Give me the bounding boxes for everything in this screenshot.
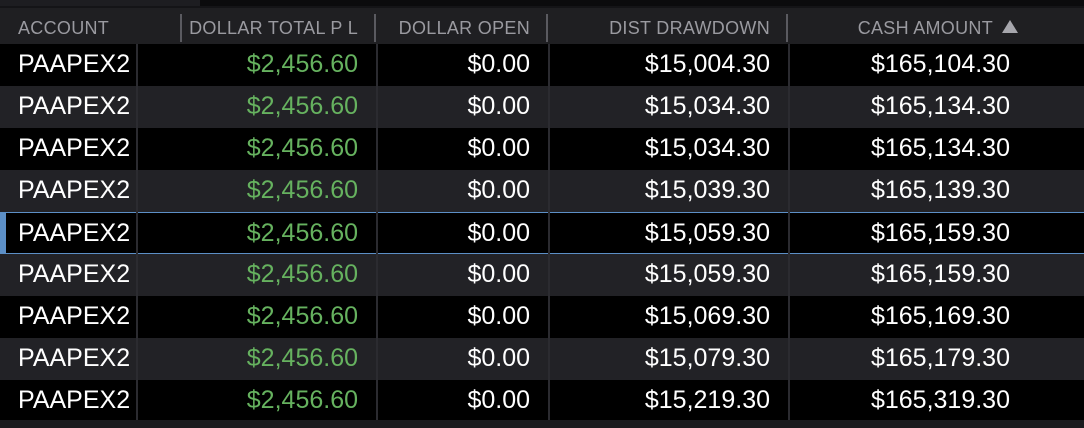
dollar-open-cell: $0.00 [467, 219, 530, 247]
dist-drawdown-cell: $15,034.30 [644, 92, 770, 120]
dollar-total-pl-cell: $2,456.60 [246, 344, 358, 372]
column-resize-handle[interactable] [546, 14, 548, 42]
account-cell: PAAPEX2 [18, 260, 131, 288]
account-cell: PAAPEX2 [18, 92, 131, 120]
account-cell: PAAPEX2 [18, 50, 131, 78]
table-row[interactable]: PAAPEX2 $2,456.60 $0.00 $15,069.30 $165,169.… [0, 296, 1084, 338]
account-cell: PAAPEX2 [18, 386, 131, 414]
cash-amount-cell: $165,139.30 [870, 176, 1010, 204]
column-resize-handle[interactable] [374, 14, 376, 42]
cash-amount-cell: $165,179.30 [870, 344, 1010, 372]
cash-amount-cell: $165,134.30 [870, 134, 1010, 162]
sort-ascending-icon [1002, 20, 1018, 33]
grid-header: ACCOUNT DOLLAR TOTAL P L DOLLAR OPEN DIS… [0, 8, 1084, 44]
cash-amount-cell: $165,319.30 [870, 386, 1010, 414]
window-top-strip [0, 0, 1084, 6]
cash-amount-cell: $165,159.30 [870, 260, 1010, 288]
column-header-dollar-total-pl[interactable]: DOLLAR TOTAL P L [184, 8, 358, 44]
cash-amount-cell: $165,159.30 [870, 219, 1010, 247]
column-divider [788, 44, 790, 420]
table-row[interactable]: PAAPEX2 $2,456.60 $0.00 $15,004.30 $165,104.… [0, 44, 1084, 86]
dollar-open-cell: $0.00 [467, 134, 530, 162]
column-header-dollar-total-pl-label: DOLLAR TOTAL P L [189, 18, 358, 38]
table-row-selected[interactable]: PAAPEX2 $2,456.60 $0.00 $15,059.30 $165,159.… [0, 212, 1084, 254]
dollar-total-pl-cell: $2,456.60 [246, 302, 358, 330]
dollar-total-pl-cell: $2,456.60 [246, 134, 358, 162]
column-header-account-label: ACCOUNT [18, 18, 110, 38]
dollar-total-pl-cell: $2,456.60 [246, 386, 358, 414]
column-header-dollar-open[interactable]: DOLLAR OPEN [380, 8, 530, 44]
dist-drawdown-cell: $15,039.30 [644, 176, 770, 204]
dist-drawdown-cell: $15,059.30 [644, 260, 770, 288]
dist-drawdown-cell: $15,069.30 [644, 302, 770, 330]
account-cell: PAAPEX2 [18, 176, 131, 204]
table-row[interactable]: PAAPEX2 $2,456.60 $0.00 $15,039.30 $165,139.… [0, 170, 1084, 212]
window-bottom-strip [0, 420, 1084, 428]
dollar-open-cell: $0.00 [467, 92, 530, 120]
column-header-dollar-open-label: DOLLAR OPEN [398, 18, 530, 38]
dollar-open-cell: $0.00 [467, 302, 530, 330]
column-header-dist-drawdown[interactable]: DIST DRAWDOWN [552, 8, 770, 44]
dollar-total-pl-cell: $2,456.60 [246, 260, 358, 288]
dollar-open-cell: $0.00 [467, 344, 530, 372]
table-row[interactable]: PAAPEX2 $2,456.60 $0.00 $15,034.30 $165,134.… [0, 128, 1084, 170]
table-row[interactable]: PAAPEX2 $2,456.60 $0.00 $15,219.30 $165,319.… [0, 380, 1084, 422]
account-cell: PAAPEX2 [18, 134, 131, 162]
account-cell: PAAPEX2 [18, 344, 131, 372]
account-cell: PAAPEX2 [18, 302, 131, 330]
dist-drawdown-cell: $15,059.30 [644, 219, 770, 247]
dist-drawdown-cell: $15,034.30 [644, 134, 770, 162]
selection-marker [0, 213, 6, 253]
dollar-total-pl-cell: $2,456.60 [246, 92, 358, 120]
dist-drawdown-cell: $15,004.30 [644, 50, 770, 78]
dollar-total-pl-cell: $2,456.60 [246, 176, 358, 204]
grid-body: PAAPEX2 $2,456.60 $0.00 $15,004.30 $165,104.… [0, 44, 1084, 422]
column-divider [548, 44, 550, 420]
cash-amount-cell: $165,134.30 [870, 92, 1010, 120]
column-divider [136, 44, 138, 420]
dist-drawdown-cell: $15,219.30 [644, 386, 770, 414]
table-row[interactable]: PAAPEX2 $2,456.60 $0.00 $15,059.30 $165,159.… [0, 254, 1084, 296]
column-header-cash-amount-label: CASH AMOUNT [857, 18, 993, 38]
dist-drawdown-cell: $15,079.30 [644, 344, 770, 372]
dollar-open-cell: $0.00 [467, 176, 530, 204]
accounts-grid: ACCOUNT DOLLAR TOTAL P L DOLLAR OPEN DIS… [0, 8, 1084, 422]
dollar-total-pl-cell: $2,456.60 [246, 219, 358, 247]
cash-amount-cell: $165,104.30 [870, 50, 1010, 78]
dollar-total-pl-cell: $2,456.60 [246, 50, 358, 78]
dollar-open-cell: $0.00 [467, 260, 530, 288]
column-header-dist-drawdown-label: DIST DRAWDOWN [609, 18, 770, 38]
account-cell: PAAPEX2 [18, 219, 131, 247]
column-resize-handle[interactable] [786, 14, 788, 42]
cash-amount-cell: $165,169.30 [870, 302, 1010, 330]
column-header-cash-amount[interactable]: CASH AMOUNT [792, 8, 1018, 44]
column-divider [376, 44, 378, 420]
column-header-account[interactable]: ACCOUNT [18, 8, 168, 44]
dollar-open-cell: $0.00 [467, 50, 530, 78]
tab-edge [0, 0, 200, 6]
column-resize-handle[interactable] [180, 14, 182, 42]
table-row[interactable]: PAAPEX2 $2,456.60 $0.00 $15,034.30 $165,134.… [0, 86, 1084, 128]
table-row[interactable]: PAAPEX2 $2,456.60 $0.00 $15,079.30 $165,179.… [0, 338, 1084, 380]
dollar-open-cell: $0.00 [467, 386, 530, 414]
